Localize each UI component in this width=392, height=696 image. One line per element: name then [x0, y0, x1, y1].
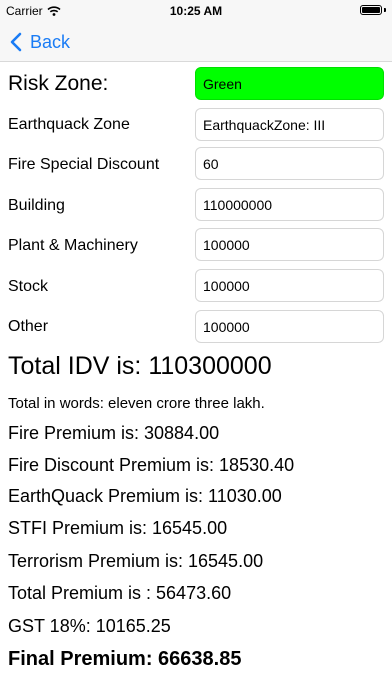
total-in-words: Total in words: eleven crore three lakh.	[8, 395, 265, 412]
chevron-left-icon	[10, 32, 22, 52]
final-premium: Final Premium: 66638.85	[8, 648, 242, 670]
stfi-premium: STFI Premium is: 16545.00	[8, 518, 228, 538]
status-time: 10:25 AM	[169, 4, 223, 18]
earthquake-zone-label: Earthquack Zone	[8, 116, 130, 133]
back-label: Back	[30, 31, 71, 52]
building-row: Building 110000000	[0, 188, 392, 222]
plant-machinery-field[interactable]: 100000	[195, 228, 384, 261]
battery-icon	[360, 5, 382, 15]
plant-machinery-row: Plant & Machinery 100000	[0, 228, 392, 262]
fire-special-discount-field[interactable]: 60	[195, 147, 384, 180]
other-row: Other 100000	[0, 310, 392, 344]
stock-field[interactable]: 100000	[195, 269, 384, 302]
other-field[interactable]: 100000	[195, 310, 384, 343]
battery-cap	[384, 8, 386, 12]
earthquake-zone-row: Earthquack Zone EarthquackZone: III	[0, 107, 392, 141]
risk-zone-field[interactable]: Green	[195, 67, 384, 100]
status-bar: Carrier 10:25 AM	[0, 0, 392, 22]
back-button[interactable]: Back	[10, 28, 70, 56]
earthquake-premium: EarthQuack Premium is: 11030.00	[8, 486, 282, 506]
stock-row: Stock 100000	[0, 269, 392, 303]
gst: GST 18%: 10165.25	[8, 616, 171, 636]
total-idv: Total IDV is: 110300000	[8, 352, 272, 380]
plant-machinery-label: Plant & Machinery	[8, 237, 138, 254]
fire-special-discount-row: Fire Special Discount 60	[0, 147, 392, 181]
stock-label: Stock	[8, 278, 49, 295]
other-label: Other	[8, 318, 49, 335]
fire-discount-premium: Fire Discount Premium is: 18530.40	[8, 455, 295, 475]
earthquake-zone-field[interactable]: EarthquackZone: III	[195, 108, 384, 141]
risk-zone-label: Risk Zone:	[8, 72, 109, 95]
building-label: Building	[8, 197, 65, 214]
building-field[interactable]: 110000000	[195, 188, 384, 221]
terrorism-premium: Terrorism Premium is: 16545.00	[8, 551, 264, 571]
fire-special-discount-label: Fire Special Discount	[8, 156, 160, 173]
fire-premium: Fire Premium is: 30884.00	[8, 423, 220, 443]
navigation-bar: Back	[0, 22, 392, 62]
total-premium: Total Premium is : 56473.60	[8, 583, 232, 603]
risk-zone-row: Risk Zone: Green	[0, 66, 392, 100]
